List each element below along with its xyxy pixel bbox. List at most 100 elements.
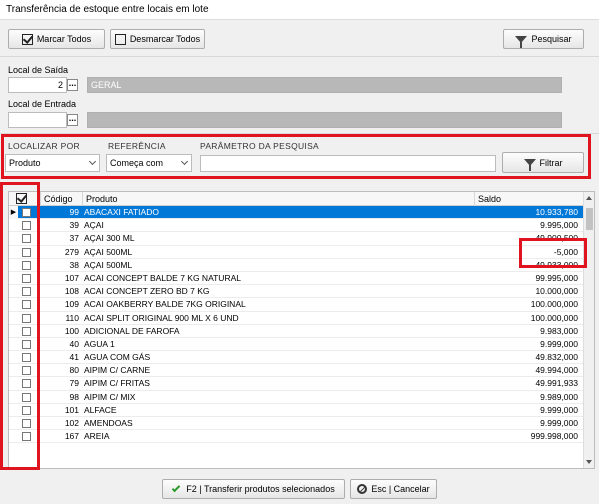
balance-highlight-box	[519, 238, 587, 268]
cancel-label: Esc | Cancelar	[371, 484, 430, 494]
row-balance: 49.994,000	[535, 365, 578, 376]
reference-select[interactable]: Começa com	[106, 154, 192, 172]
row-code: 80	[69, 365, 79, 376]
unmark-all-label: Desmarcar Todos	[129, 34, 201, 44]
row-balance: 9.999,000	[540, 338, 578, 349]
row-code: 167	[64, 431, 79, 442]
table-row[interactable]: 279 AÇAI 500ML -5,000	[9, 246, 584, 259]
search-button[interactable]: Pesquisar	[503, 29, 584, 49]
origin-code-input[interactable]: 2	[8, 77, 67, 93]
row-balance: 49.832,000	[535, 352, 578, 363]
unmark-all-button[interactable]: Desmarcar Todos	[110, 29, 205, 49]
table-row[interactable]: 102 AMENDOAS 9.999,000	[9, 417, 584, 431]
table-row[interactable]: 79 AIPIM C/ FRITAS 49.991,933	[9, 377, 584, 391]
balance-column-header[interactable]: Saldo	[475, 192, 584, 206]
row-code: 41	[69, 352, 79, 363]
row-balance: 10.000,000	[535, 286, 578, 297]
row-product: AGUA 1	[84, 338, 115, 349]
origin-lookup-button[interactable]: ...	[67, 79, 78, 91]
row-product: ABACAXI FATIADO	[84, 207, 159, 217]
table-row[interactable]: 40 AGUA 1 9.999,000	[9, 338, 584, 352]
reference-label: REFERÊNCIA	[108, 141, 166, 151]
vertical-scrollbar[interactable]	[583, 192, 594, 468]
product-grid[interactable]: Código Produto Saldo ▶ 99 ABACAXI FATIADO 1…	[8, 191, 595, 469]
row-code: 39	[69, 220, 79, 231]
grid-rows: ▶ 99 ABACAXI FATIADO 10.933,780 39 AÇAI 9.995,…	[9, 206, 584, 444]
row-balance: 49.991,933	[535, 378, 578, 389]
mark-all-button[interactable]: Marcar Todos	[8, 29, 105, 49]
row-code: 108	[64, 286, 79, 297]
locate-by-value: Produto	[9, 158, 41, 168]
origin-label: Local de Saída	[8, 65, 69, 75]
filter-label: Filtrar	[539, 157, 563, 168]
product-column-header[interactable]: Produto	[83, 192, 475, 206]
locate-by-label: LOCALIZAR POR	[8, 141, 80, 151]
funnel-icon	[515, 35, 528, 48]
scroll-down-icon[interactable]	[586, 460, 592, 464]
checkbox-column-highlight-box	[0, 182, 40, 470]
row-product: ACAI SPLIT ORIGINAL 900 ML X 6 UND	[84, 312, 239, 323]
cancel-button[interactable]: Esc | Cancelar	[350, 479, 437, 499]
destination-name-field	[87, 112, 562, 128]
table-row[interactable]: 39 AÇAI 9.995,000	[9, 219, 584, 233]
destination-code-input[interactable]	[8, 112, 67, 128]
table-row[interactable]: 41 AGUA COM GÁS 49.832,000	[9, 351, 584, 365]
table-row[interactable]: 80 AIPIM C/ CARNE 49.994,000	[9, 364, 584, 378]
transfer-button[interactable]: F2 | Transferir produtos selecionados	[162, 479, 345, 499]
destination-label: Local de Entrada	[8, 99, 77, 109]
row-product: ACAI CONCEPT ZERO BD 7 KG	[84, 286, 210, 297]
transfer-label: F2 | Transferir produtos selecionados	[186, 484, 335, 494]
table-row[interactable]: 98 AIPIM C/ MIX 9.989,000	[9, 391, 584, 404]
scroll-thumb[interactable]	[586, 208, 593, 230]
chevron-down-icon	[180, 157, 189, 166]
filter-button[interactable]: Filtrar	[502, 152, 584, 173]
row-product: AÇAI 500ML	[84, 259, 133, 270]
table-row[interactable]: 110 ACAI SPLIT ORIGINAL 900 ML X 6 UND 100…	[9, 312, 584, 325]
row-product: AMENDOAS	[84, 418, 133, 428]
search-label: Pesquisar	[531, 34, 572, 44]
row-code: 109	[64, 299, 79, 310]
table-row[interactable]: 167 AREIA 999.998,000	[9, 430, 584, 444]
code-column-header[interactable]: Código	[41, 192, 83, 206]
table-row[interactable]: 100 ADICIONAL DE FAROFA 9.983,000	[9, 325, 584, 338]
row-code: 110	[65, 312, 79, 323]
row-product: ADICIONAL DE FAROFA	[84, 325, 180, 336]
row-product: AIPIM C/ MIX	[84, 391, 136, 402]
chevron-down-icon	[88, 157, 97, 166]
row-code: 99	[69, 207, 79, 217]
row-product: AREIA	[84, 431, 110, 442]
row-product: ACAI CONCEPT BALDE 7 KG NATURAL	[84, 272, 241, 283]
row-code: 100	[64, 325, 79, 336]
table-row[interactable]: 109 ACAI OAKBERRY BALDE 7KG ORIGINAL 100.0…	[9, 298, 584, 312]
row-balance: 100.000,000	[530, 299, 578, 310]
row-balance: 10.933,780	[535, 207, 578, 217]
table-row[interactable]: 37 AÇAI 300 ML 49.900,500	[9, 232, 584, 246]
row-product: AIPIM C/ CARNE	[84, 365, 151, 376]
param-label: PARÂMETRO DA PESQUISA	[200, 141, 320, 151]
locate-by-select[interactable]: Produto	[5, 154, 100, 172]
row-product: AÇAI 300 ML	[84, 233, 135, 244]
row-code: 79	[69, 378, 79, 389]
table-row[interactable]: 107 ACAI CONCEPT BALDE 7 KG NATURAL 99.995…	[9, 272, 584, 286]
scroll-up-icon[interactable]	[586, 196, 592, 200]
checkbox-empty-icon	[114, 33, 126, 45]
row-code: 279	[64, 246, 79, 257]
row-product: AGUA COM GÁS	[84, 352, 151, 363]
cancel-icon	[357, 484, 368, 494]
row-balance: 9.989,000	[540, 391, 578, 402]
row-code: 101	[64, 404, 79, 415]
destination-lookup-button[interactable]: ...	[67, 114, 78, 126]
table-row[interactable]: 101 ALFACE 9.999,000	[9, 404, 584, 417]
row-code: 107	[64, 272, 79, 283]
row-code: 38	[69, 259, 79, 270]
row-balance: 9.999,000	[540, 418, 578, 428]
table-row[interactable]: ▶ 99 ABACAXI FATIADO 10.933,780	[9, 206, 584, 220]
row-product: ALFACE	[84, 404, 117, 415]
row-balance: 9.999,000	[540, 404, 578, 415]
table-row[interactable]: 108 ACAI CONCEPT ZERO BD 7 KG 10.000,000	[9, 285, 584, 299]
row-balance: 9.995,000	[540, 220, 578, 231]
reference-value: Começa com	[110, 158, 164, 168]
table-row[interactable]: 38 AÇAI 500ML 49.933,000	[9, 259, 584, 272]
param-input[interactable]	[200, 155, 496, 172]
mark-all-label: Marcar Todos	[36, 34, 92, 44]
